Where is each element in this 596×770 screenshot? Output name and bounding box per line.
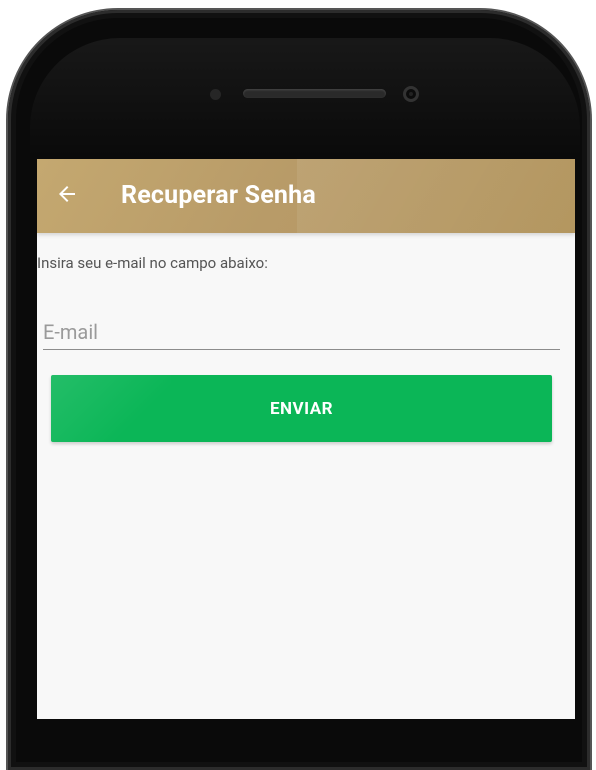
app-bar: Recuperar Senha [37, 159, 575, 233]
send-button[interactable]: ENVIAR [51, 375, 552, 442]
instructions-text: Insira seu e-mail no campo abaixo: [37, 254, 268, 272]
phone-sheen [30, 38, 580, 158]
email-field[interactable] [43, 315, 560, 350]
earpiece-speaker [243, 89, 386, 98]
proximity-sensor [210, 89, 221, 100]
app-bar-glare [297, 159, 575, 233]
send-button-label: ENVIAR [269, 398, 334, 419]
front-camera [403, 86, 419, 102]
back-button[interactable] [47, 176, 87, 216]
page-title: Recuperar Senha [121, 181, 316, 210]
button-glare [51, 375, 171, 442]
app-screen: Recuperar Senha Insira seu e-mail no cam… [37, 159, 575, 719]
arrow-left-icon [55, 182, 79, 210]
